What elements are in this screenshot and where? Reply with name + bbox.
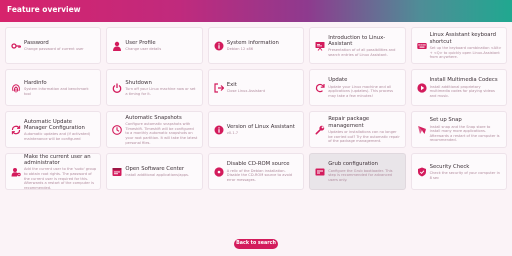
tile-title: Version of Linux Assistant	[226, 124, 295, 130]
tile-title: Password	[24, 40, 49, 46]
tile-description: Install snap and the Snap store to insta…	[429, 124, 500, 143]
tile-update[interactable]: Update Update your Linux machine and all…	[309, 69, 406, 106]
tile-description: Configure automatic snapshots with Times…	[125, 122, 198, 145]
tile-shutdown[interactable]: Shutdown Turn off your Linux machine now…	[106, 69, 203, 106]
shield-icon	[417, 167, 427, 177]
power-icon	[112, 83, 122, 93]
info-icon	[214, 41, 224, 51]
presentation-icon	[315, 41, 325, 51]
refresh-icon	[11, 125, 21, 135]
tile-automatic-snapshots[interactable]: Automatic Snapshots Configure automatic …	[106, 111, 203, 148]
tile-description: A relic of the Debian installation. Disa…	[226, 168, 293, 182]
tile-description: Turn off your Linux machine now or set a…	[125, 87, 196, 96]
wrench-icon	[315, 125, 325, 135]
feature-grid: Password Change password of current user…	[5, 27, 507, 232]
tile-title: Hardinfo	[24, 79, 47, 86]
tile-title: Install Multimedia Codecs	[429, 77, 498, 84]
play-circle-icon	[416, 82, 427, 93]
tile-description: Install additional proprietary multimedi…	[429, 84, 495, 98]
info-icon	[214, 125, 224, 135]
keyboard-icon	[416, 41, 427, 51]
tile-description: Change user details	[125, 47, 162, 52]
back-to-search-button[interactable]: Back to search	[234, 239, 278, 249]
tile-grub-configuration[interactable]: Grub configuration Configure the Grub bo…	[309, 153, 406, 190]
tile-description: Check the security of your computer in 8…	[429, 171, 500, 180]
tile-description: Close Linux-Assistant	[226, 89, 266, 94]
tile-set-up-snap[interactable]: Set up Snap Install snap and the Snap st…	[410, 111, 507, 148]
tile-make-administrator[interactable]: Make the current user an administrator A…	[5, 153, 102, 190]
tile-title: Automatic Update Manager Configuration	[24, 118, 85, 131]
tile-title: Exit	[226, 82, 237, 88]
tile-title: Open Software Center	[125, 166, 185, 172]
tile-exit[interactable]: Exit Close Linux-Assistant	[207, 69, 305, 106]
tile-title: Shutdown	[125, 79, 152, 86]
tile-title: Automatic Snapshots	[125, 114, 182, 121]
snap-icon	[417, 125, 427, 135]
update-icon	[315, 83, 325, 93]
tile-title: Set up Snap	[429, 117, 462, 124]
tile-title: Make the current user an administrator	[24, 153, 91, 167]
tile-title: User Profile	[125, 40, 156, 46]
tile-introduction[interactable]: Introduction to Linux-Assistant Presenta…	[309, 27, 406, 64]
tile-description: v0.1.7	[226, 131, 239, 136]
tile-title: Linux Assistant keyboard shortcut	[429, 32, 496, 45]
tile-description: Add the current user to the 'sudo' group…	[24, 167, 97, 190]
tile-hardinfo[interactable]: Hardinfo System information and benchmar…	[5, 69, 102, 106]
exit-icon	[214, 82, 224, 93]
tile-password[interactable]: Password Change password of current user	[5, 27, 102, 64]
tile-description: System information and benchmark tool	[24, 87, 89, 96]
tile-multimedia-codecs[interactable]: Install Multimedia Codecs Install additi…	[410, 69, 507, 106]
tile-version[interactable]: Version of Linux Assistant v0.1.7	[207, 111, 305, 148]
page-title: Feature overview	[7, 5, 81, 14]
tile-system-information[interactable]: System information Debian 12 x86	[207, 27, 305, 64]
tile-title: Security Check	[429, 163, 470, 170]
tile-disable-cdrom[interactable]: Disable CD-ROM source A relic of the Deb…	[207, 153, 305, 190]
key-icon	[11, 41, 21, 51]
tile-user-profile[interactable]: User Profile Change user details	[106, 27, 203, 64]
tile-title: Repair package management	[328, 116, 370, 129]
tile-description: Configure the Grub bootloader. This step…	[328, 168, 393, 182]
tile-repair-package-management[interactable]: Repair package management Updates or ins…	[309, 111, 406, 148]
tile-title: Disable CD-ROM source	[226, 161, 290, 168]
tile-description: Change password of current user	[24, 47, 84, 52]
disc-icon	[214, 166, 224, 177]
tile-keyboard-shortcut[interactable]: Linux Assistant keyboard shortcut Set up…	[410, 27, 507, 64]
tile-description: Set up the keyboard combination <Alt> + …	[429, 46, 502, 60]
app-header: Feature overview	[0, 0, 512, 22]
tile-security-check[interactable]: Security Check Check the security of you…	[410, 153, 507, 190]
tile-description: Update your Linux machine and all applic…	[328, 84, 393, 98]
tile-auto-update-manager[interactable]: Automatic Update Manager Configuration A…	[5, 111, 102, 148]
tile-title: Introduction to Linux-Assistant	[328, 34, 386, 47]
tile-description: Debian 12 x86	[226, 47, 254, 52]
tile-description: Install additional applications/apps.	[125, 173, 190, 178]
fingerprint-icon	[11, 83, 21, 93]
admin-user-icon	[11, 167, 21, 177]
tile-description: Updates or installations can no longer b…	[328, 130, 400, 144]
user-icon	[112, 41, 122, 51]
software-center-icon	[112, 167, 122, 177]
tile-open-software-center[interactable]: Open Software Center Install additional …	[106, 153, 203, 190]
tile-title: Update	[328, 77, 348, 84]
grub-icon	[315, 167, 325, 177]
tile-description: Presentation of of all possibilities and…	[328, 48, 396, 57]
snapshot-icon	[112, 124, 123, 135]
tile-description: Automatic updates and (if activated) mai…	[24, 132, 91, 141]
tile-title: Grub configuration	[328, 161, 379, 168]
tile-title: System information	[226, 40, 279, 46]
